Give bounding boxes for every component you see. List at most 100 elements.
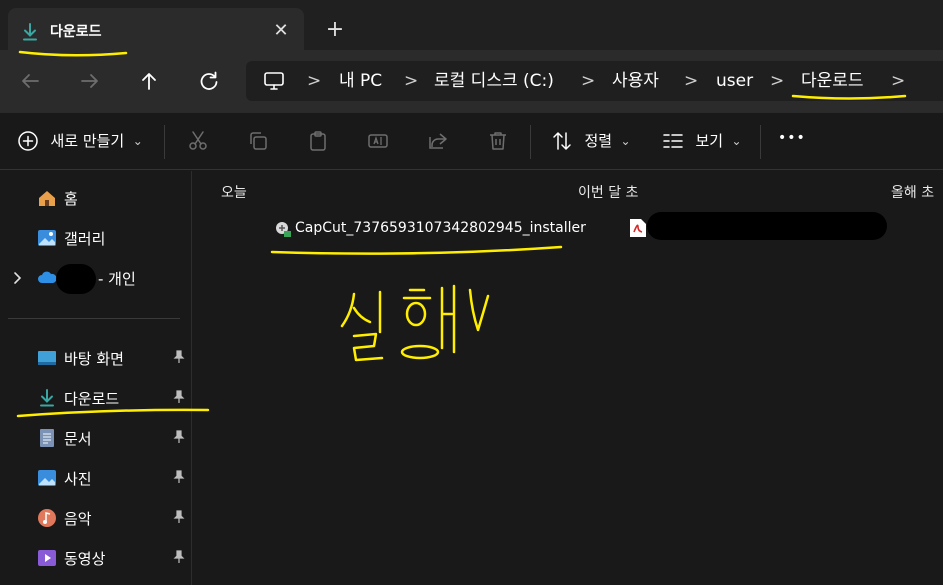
sidebar-item-gallery[interactable]: 갤러리 <box>0 219 192 257</box>
chevron-down-icon: ⌄ <box>731 134 742 148</box>
video-icon <box>38 550 56 566</box>
sidebar-item-desktop[interactable]: 바탕 화면 <box>0 339 192 377</box>
sort-label: 정렬 <box>584 132 613 150</box>
new-tab-button[interactable]: + <box>322 18 348 44</box>
pin-icon[interactable] <box>172 390 186 404</box>
breadcrumb-separator[interactable]: > <box>307 61 321 101</box>
pin-icon[interactable] <box>172 430 186 444</box>
sidebar-item-pictures[interactable]: 사진 <box>0 459 192 497</box>
delete-button[interactable] <box>486 129 510 155</box>
pin-icon[interactable] <box>172 550 186 564</box>
view-list-icon <box>663 134 683 148</box>
music-icon <box>38 509 56 527</box>
copy-icon <box>250 132 267 150</box>
group-header-earlier-this-month[interactable]: 이번 달 초 <box>578 182 638 202</box>
sort-button[interactable]: 정렬 ⌄ <box>550 129 631 155</box>
gallery-icon <box>38 230 56 246</box>
chevron-down-icon: ⌄ <box>132 134 143 148</box>
new-button[interactable]: 새로 만들기 ⌄ <box>16 129 143 155</box>
group-header-today[interactable]: 오늘 <box>221 182 247 202</box>
breadcrumb-users[interactable]: 사용자 <box>612 61 659 101</box>
sidebar-item-label: 홈 <box>64 190 78 208</box>
sidebar-item-home[interactable]: 홈 <box>0 179 192 217</box>
file-name: CapCut_7376593107342802945_installer <box>295 220 586 236</box>
sidebar-item-label: 문서 <box>64 430 92 448</box>
group-header-earlier-this-year[interactable]: 올해 초 <box>891 182 934 202</box>
file-list: 오늘 이번 달 초 올해 초 CapCut_737659310734280294… <box>193 171 943 585</box>
chevron-right-icon <box>14 272 22 284</box>
sidebar-item-label: 음악 <box>64 510 92 528</box>
divider <box>530 125 531 159</box>
breadcrumb-separator[interactable]: > <box>404 61 418 101</box>
sidebar-item-music[interactable]: 음악 <box>0 499 192 537</box>
rename-button[interactable] <box>366 129 390 155</box>
view-label: 보기 <box>695 132 724 150</box>
paste-button[interactable] <box>306 129 330 155</box>
clipboard-icon <box>310 131 326 151</box>
sidebar-item-label: - 개인 <box>98 270 136 288</box>
breadcrumb-local-disk[interactable]: 로컬 디스크 (C:) <box>434 61 554 101</box>
arrow-right-icon <box>81 74 98 88</box>
pin-icon[interactable] <box>172 510 186 524</box>
home-icon <box>39 191 55 206</box>
breadcrumb-separator[interactable]: > <box>581 61 595 101</box>
sidebar-item-label: 갤러리 <box>64 230 106 248</box>
sidebar-item-onedrive[interactable]: - 개인 <box>0 259 192 297</box>
divider <box>760 125 761 159</box>
copy-button[interactable] <box>246 129 270 155</box>
desktop-icon <box>38 351 56 365</box>
view-button[interactable]: 보기 ⌄ <box>661 129 742 155</box>
address-bar[interactable]: > 내 PC > 로컬 디스크 (C:) > 사용자 > user > 다운로드… <box>246 61 943 101</box>
plus-circle-icon <box>18 131 38 151</box>
forward-button[interactable] <box>75 66 105 96</box>
up-button[interactable] <box>134 66 164 96</box>
pin-icon[interactable] <box>172 470 186 484</box>
redaction-mark <box>647 212 887 240</box>
sidebar-item-label: 바탕 화면 <box>64 350 124 368</box>
download-icon <box>40 389 54 407</box>
tab-title: 다운로드 <box>50 24 102 40</box>
chevron-down-icon: ⌄ <box>620 134 631 148</box>
sidebar-item-documents[interactable]: 문서 <box>0 419 192 457</box>
arrow-up-icon <box>142 73 156 90</box>
more-options-button[interactable]: ••• <box>778 130 806 156</box>
rename-icon <box>368 134 388 148</box>
navigation-bar: > 내 PC > 로컬 디스크 (C:) > 사용자 > user > 다운로드… <box>0 50 943 112</box>
computer-icon <box>264 72 284 90</box>
refresh-button[interactable] <box>194 66 224 96</box>
sidebar-divider <box>8 318 180 319</box>
breadcrumb-separator[interactable]: > <box>891 61 905 101</box>
breadcrumb-this-pc[interactable]: 내 PC <box>339 61 382 101</box>
pdf-icon[interactable] <box>629 218 647 238</box>
refresh-icon <box>200 71 218 90</box>
sidebar-item-label: 다운로드 <box>64 390 120 408</box>
tab-downloads[interactable]: 다운로드 ✕ <box>8 8 304 52</box>
redaction-mark <box>56 264 96 294</box>
cloud-icon <box>38 271 57 283</box>
sidebar-item-label: 동영상 <box>64 550 106 568</box>
tab-strip: 다운로드 ✕ + <box>0 0 943 52</box>
breadcrumb-downloads[interactable]: 다운로드 <box>801 61 864 101</box>
pin-icon[interactable] <box>172 350 186 364</box>
pictures-icon <box>38 470 56 486</box>
share-icon <box>429 133 447 149</box>
scissors-icon <box>189 131 207 150</box>
new-button-label: 새로 만들기 <box>50 132 125 150</box>
share-button[interactable] <box>426 129 450 155</box>
sidebar-item-label: 사진 <box>64 470 92 488</box>
installer-icon <box>276 222 291 237</box>
sidebar-item-videos[interactable]: 동영상 <box>0 539 192 577</box>
tab-close-button[interactable]: ✕ <box>270 20 292 42</box>
breadcrumb-separator[interactable]: > <box>770 61 784 101</box>
breadcrumb-user[interactable]: user <box>716 61 753 101</box>
sort-icon <box>553 132 571 150</box>
back-button[interactable] <box>15 66 45 96</box>
navigation-pane: 홈 갤러리 - 개인 바탕 화면 다운로드 문서 사진 음악 동영상 <box>0 171 192 585</box>
download-icon <box>23 23 37 41</box>
trash-icon <box>490 132 506 150</box>
document-icon <box>40 429 54 447</box>
sidebar-item-downloads[interactable]: 다운로드 <box>0 379 192 417</box>
command-bar: 새로 만들기 ⌄ 정렬 ⌄ 보기 ⌄ ••• <box>0 112 943 170</box>
breadcrumb-separator[interactable]: > <box>684 61 698 101</box>
cut-button[interactable] <box>186 129 210 155</box>
